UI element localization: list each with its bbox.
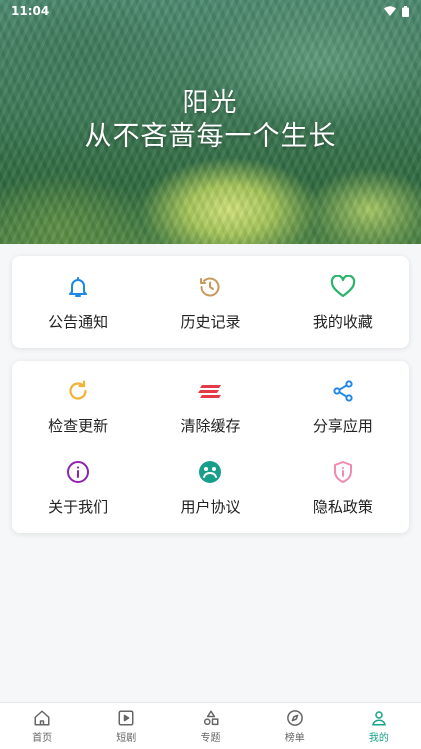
- tab-short-drama[interactable]: 短剧: [84, 703, 168, 749]
- menu-item-favorites[interactable]: 我的收藏: [277, 256, 409, 348]
- status-time: 11:04: [11, 4, 50, 18]
- tab-label: 我的: [368, 732, 389, 744]
- menu-item-clear-cache[interactable]: 清除缓存: [144, 361, 276, 443]
- hero-subtitle: 从不吝啬每一个生长: [84, 121, 337, 152]
- clear-icon: [197, 378, 223, 404]
- tab-topics[interactable]: 专题: [168, 703, 252, 749]
- menu-label: 用户协议: [180, 498, 241, 516]
- wifi-icon: [384, 6, 396, 16]
- status-icons: [384, 5, 409, 17]
- info-icon: [65, 459, 91, 485]
- tab-label: 首页: [32, 732, 53, 744]
- menu-item-privacy[interactable]: 隐私政策: [277, 443, 409, 523]
- refresh-icon: [65, 378, 91, 404]
- history-icon: [197, 274, 223, 300]
- hero-title: 阳光: [182, 88, 239, 118]
- menu-label: 公告通知: [48, 313, 109, 331]
- quick-menu-card: 公告通知 历史记录 我的收藏: [12, 256, 409, 348]
- category-icon: [203, 710, 218, 725]
- heart-icon: [330, 274, 356, 300]
- status-bar: 11:04: [0, 0, 421, 22]
- settings-menu-card: 检查更新 清除缓存 分享应用 关于我们 用户协议 隐私政策: [12, 361, 409, 533]
- bell-icon: [65, 274, 91, 300]
- tab-label: 专题: [200, 732, 221, 744]
- menu-label: 关于我们: [48, 498, 109, 516]
- tab-rankings[interactable]: 榜单: [253, 703, 337, 749]
- compass-icon: [286, 709, 303, 726]
- menu-item-check-update[interactable]: 检查更新: [12, 361, 144, 443]
- home-icon: [34, 710, 50, 725]
- battery-icon: [402, 5, 409, 17]
- menu-label: 分享应用: [312, 417, 373, 435]
- hero-slogan: 阳光 从不吝啬每一个生长: [0, 88, 421, 154]
- tab-label: 榜单: [284, 732, 305, 744]
- user-icon: [371, 710, 386, 725]
- video-icon: [118, 710, 134, 725]
- hero-banner: 11:04 阳光 从不吝啬每一个生长: [0, 0, 421, 244]
- agreement-icon: [197, 459, 223, 485]
- tab-home[interactable]: 首页: [0, 703, 84, 749]
- menu-item-about[interactable]: 关于我们: [12, 443, 144, 523]
- menu-label: 隐私政策: [312, 498, 373, 516]
- share-icon: [330, 378, 356, 404]
- menu-label: 清除缓存: [180, 417, 241, 435]
- tab-label: 短剧: [116, 732, 137, 744]
- tab-mine[interactable]: 我的: [337, 703, 421, 749]
- menu-item-share[interactable]: 分享应用: [277, 361, 409, 443]
- menu-label: 我的收藏: [312, 313, 373, 331]
- menu-label: 检查更新: [48, 417, 109, 435]
- bottom-tab-bar: 首页 短剧 专题 榜单 我的: [0, 702, 421, 749]
- menu-item-notice[interactable]: 公告通知: [12, 256, 144, 348]
- menu-label: 历史记录: [180, 313, 241, 331]
- menu-item-user-agreement[interactable]: 用户协议: [144, 443, 276, 523]
- menu-item-history[interactable]: 历史记录: [144, 256, 276, 348]
- shield-icon: [330, 459, 356, 485]
